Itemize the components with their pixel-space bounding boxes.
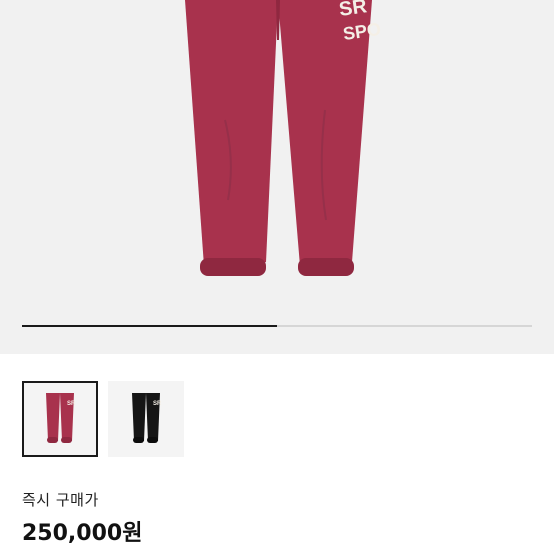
burgundy-pants-icon: SR (24, 383, 96, 455)
gallery-progress-track (22, 325, 532, 327)
instant-buy-price: 250,000원 (22, 521, 143, 546)
product-image-gallery[interactable]: SR SPO (0, 0, 554, 354)
pants-logo-line2: SPO (342, 19, 382, 44)
gallery-progress-fill (22, 325, 277, 327)
black-pants-icon: SR (110, 383, 182, 455)
thumbnail-burgundy[interactable]: SR (22, 381, 98, 457)
svg-text:SR: SR (67, 401, 76, 407)
product-main-image: SR SPO (185, 0, 382, 276)
thumbnail-black[interactable]: SR (108, 381, 184, 457)
pants-left-cuff (200, 258, 266, 276)
pants-right-cuff (298, 258, 354, 276)
pants-left-leg (185, 0, 278, 269)
svg-text:SR: SR (153, 401, 162, 407)
instant-buy-label: 즉시 구매가 (22, 491, 99, 509)
